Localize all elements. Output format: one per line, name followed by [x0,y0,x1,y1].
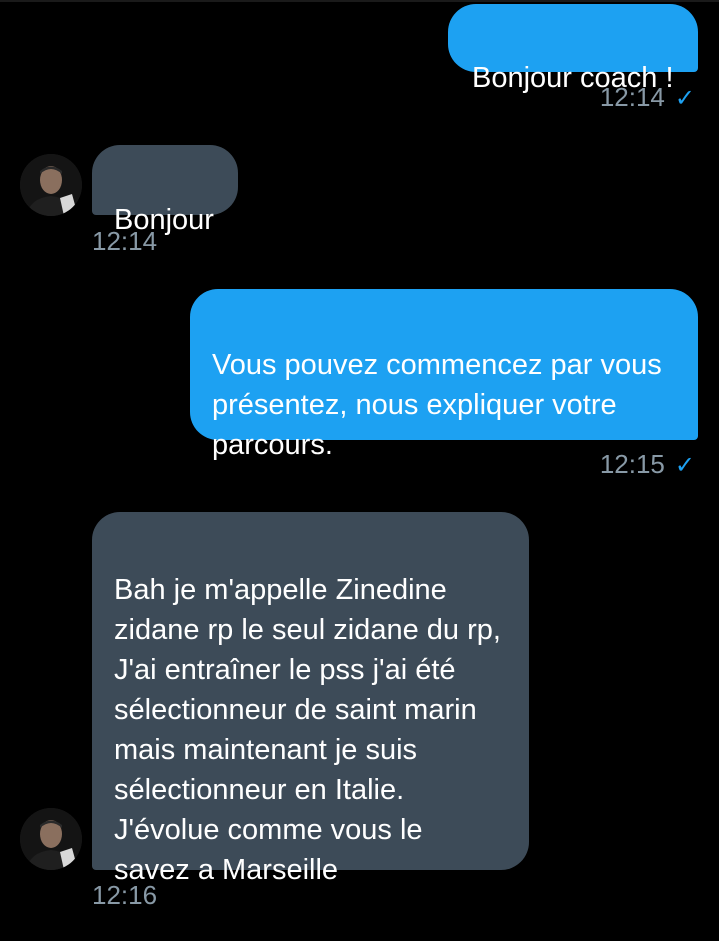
message-time: 12:16 [92,880,158,910]
message-bubble-outgoing[interactable]: Vous pouvez commencez par vous présentez… [190,289,698,461]
conversation-view: Bonjour coach ! 12:14 ✓ Bonjour 12:14 Vou… [0,0,719,941]
message-meta: 12:16 [92,880,157,910]
message-time: 12:14 [599,82,665,112]
contact-avatar[interactable] [20,808,82,870]
message-bubble-outgoing[interactable]: Bonjour coach ! [448,4,698,94]
contact-avatar[interactable] [20,154,82,216]
message-time: 12:15 [599,449,665,479]
message-meta: 12:14 [92,226,157,256]
message-text: Bah je m'appelle Zinedine zidane rp le s… [114,574,501,886]
check-icon: ✓ [674,452,695,479]
message-bubble-incoming[interactable]: Bonjour [92,145,238,236]
message-text: Vous pouvez commencez par vous présentez… [212,349,662,461]
message-meta: 12:14 ✓ [600,82,695,114]
message-time: 12:14 [92,226,158,256]
check-icon: ✓ [674,85,695,112]
message-meta: 12:15 ✓ [600,449,695,481]
avatar-image [20,154,82,216]
top-divider [0,0,719,2]
avatar-image [20,808,82,870]
message-bubble-incoming[interactable]: Bah je m'appelle Zinedine zidane rp le s… [92,512,529,886]
